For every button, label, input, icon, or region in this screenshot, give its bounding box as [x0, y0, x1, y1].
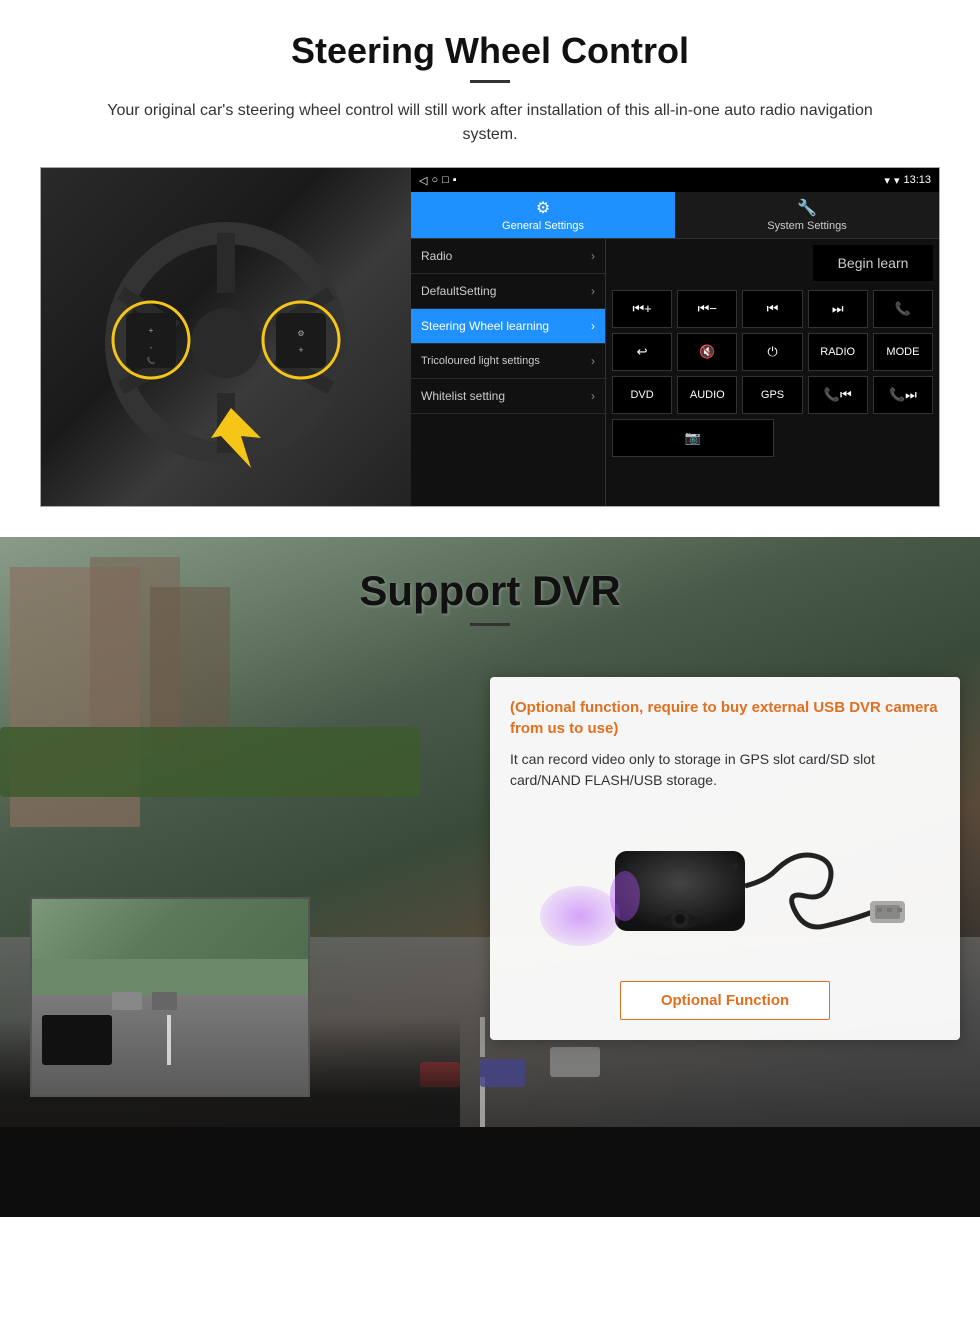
- svg-text:📞: 📞: [147, 356, 156, 365]
- optional-function-button[interactable]: Optional Function: [620, 981, 830, 1020]
- menu-item-radio[interactable]: Radio ›: [411, 239, 605, 274]
- svg-text:+: +: [149, 326, 154, 335]
- menu-default-label: DefaultSetting: [421, 284, 496, 298]
- call-next-btn[interactable]: 📞⏭: [873, 376, 933, 414]
- steering-title: Steering Wheel Control: [40, 30, 940, 72]
- settings-content: Radio › DefaultSetting › Steering Wheel …: [411, 239, 939, 506]
- chevron-right-icon3: ›: [591, 319, 595, 333]
- dvr-preview-thumbnail: [30, 897, 310, 1097]
- tab-system-label: System Settings: [767, 220, 846, 232]
- menu-item-whitelist[interactable]: Whitelist setting ›: [411, 379, 605, 414]
- audio-btn[interactable]: AUDIO: [677, 376, 737, 414]
- tab-general-settings[interactable]: ⚙ General Settings: [411, 192, 675, 238]
- control-row-3: DVD AUDIO GPS 📞⏮ 📞⏭: [612, 376, 933, 414]
- system-icon: 🔧: [797, 198, 817, 218]
- ui-composite: + - 📞 ⚙ + ◁ ○ □ ▪: [40, 167, 940, 507]
- status-time: 13:13: [903, 174, 931, 186]
- camera-btn[interactable]: 📷: [612, 419, 774, 457]
- control-row-4: 📷: [612, 419, 933, 457]
- dvr-background: Support DVR (Optional function, require …: [0, 537, 980, 1217]
- mode-btn[interactable]: MODE: [873, 333, 933, 371]
- chevron-right-icon: ›: [591, 249, 595, 263]
- chevron-right-icon5: ›: [591, 389, 595, 403]
- chevron-right-icon4: ›: [591, 354, 595, 368]
- nav-back-icon: ◁: [419, 174, 427, 187]
- android-ui-panel: ◁ ○ □ ▪ ▾ ▾ 13:13 ⚙ General Settings 🔧 S…: [411, 168, 939, 506]
- chevron-right-icon2: ›: [591, 284, 595, 298]
- hangup-btn[interactable]: ↩: [612, 333, 672, 371]
- control-row-1: ⏮+ ⏮− ⏮ ⏭ 📞: [612, 290, 933, 328]
- next-btn[interactable]: ⏭: [808, 290, 868, 328]
- begin-learn-button[interactable]: Begin learn: [813, 245, 933, 281]
- dvr-description: It can record video only to storage in G…: [510, 749, 940, 791]
- gear-icon: ⚙: [536, 198, 550, 218]
- title-divider: [470, 80, 510, 83]
- call-prev-btn[interactable]: 📞⏮: [808, 376, 868, 414]
- control-row-2: ↩ 🔇 ⏻ RADIO MODE: [612, 333, 933, 371]
- tab-general-label: General Settings: [502, 220, 584, 232]
- menu-whitelist-label: Whitelist setting: [421, 389, 505, 403]
- prev-btn[interactable]: ⏮: [742, 290, 802, 328]
- settings-menu-list: Radio › DefaultSetting › Steering Wheel …: [411, 239, 606, 506]
- menu-item-default-setting[interactable]: DefaultSetting ›: [411, 274, 605, 309]
- wifi-icon: ▾: [894, 174, 900, 187]
- svg-text:⚙: ⚙: [297, 329, 304, 338]
- tab-system-settings[interactable]: 🔧 System Settings: [675, 192, 939, 238]
- radio-btn[interactable]: RADIO: [808, 333, 868, 371]
- svg-text:+: +: [298, 345, 303, 355]
- vol-up-btn[interactable]: ⏮+: [612, 290, 672, 328]
- dvd-btn[interactable]: DVD: [612, 376, 672, 414]
- gps-btn[interactable]: GPS: [742, 376, 802, 414]
- call-btn[interactable]: 📞: [873, 290, 933, 328]
- signal-icon: ▾: [884, 174, 890, 187]
- nav-home-icon: ○: [431, 174, 438, 186]
- menu-steering-label: Steering Wheel learning: [421, 319, 549, 333]
- svg-text:-: -: [150, 343, 153, 352]
- dvr-divider: [470, 623, 510, 626]
- dvr-optional-text: (Optional function, require to buy exter…: [510, 697, 940, 739]
- steering-wheel-svg: + - 📞 ⚙ +: [66, 188, 386, 488]
- status-bar: ◁ ○ □ ▪ ▾ ▾ 13:13: [411, 168, 939, 192]
- menu-tricoloured-label: Tricoloured light settings: [421, 355, 540, 367]
- control-panel: Begin learn ⏮+ ⏮− ⏮ ⏭ 📞 ↩ 🔇 ⏻: [606, 239, 939, 506]
- dvr-camera-illustration: [510, 806, 940, 966]
- dvr-section: Support DVR (Optional function, require …: [0, 537, 980, 1217]
- mute-btn[interactable]: 🔇: [677, 333, 737, 371]
- nav-square-icon: □: [442, 174, 449, 186]
- dvr-title-overlay: Support DVR: [0, 537, 980, 636]
- menu-item-steering-wheel[interactable]: Steering Wheel learning ›: [411, 309, 605, 344]
- steering-description: Your original car's steering wheel contr…: [90, 99, 890, 147]
- power-btn[interactable]: ⏻: [742, 333, 802, 371]
- dvr-title: Support DVR: [0, 567, 980, 615]
- settings-tabs: ⚙ General Settings 🔧 System Settings: [411, 192, 939, 239]
- steering-section: Steering Wheel Control Your original car…: [0, 0, 980, 527]
- menu-item-tricoloured[interactable]: Tricoloured light settings ›: [411, 344, 605, 379]
- vol-down-btn[interactable]: ⏮−: [677, 290, 737, 328]
- menu-radio-label: Radio: [421, 249, 452, 263]
- dvr-info-card: (Optional function, require to buy exter…: [490, 677, 960, 1040]
- steering-wheel-photo: + - 📞 ⚙ +: [41, 168, 411, 507]
- nav-menu-icon: ▪: [453, 174, 457, 186]
